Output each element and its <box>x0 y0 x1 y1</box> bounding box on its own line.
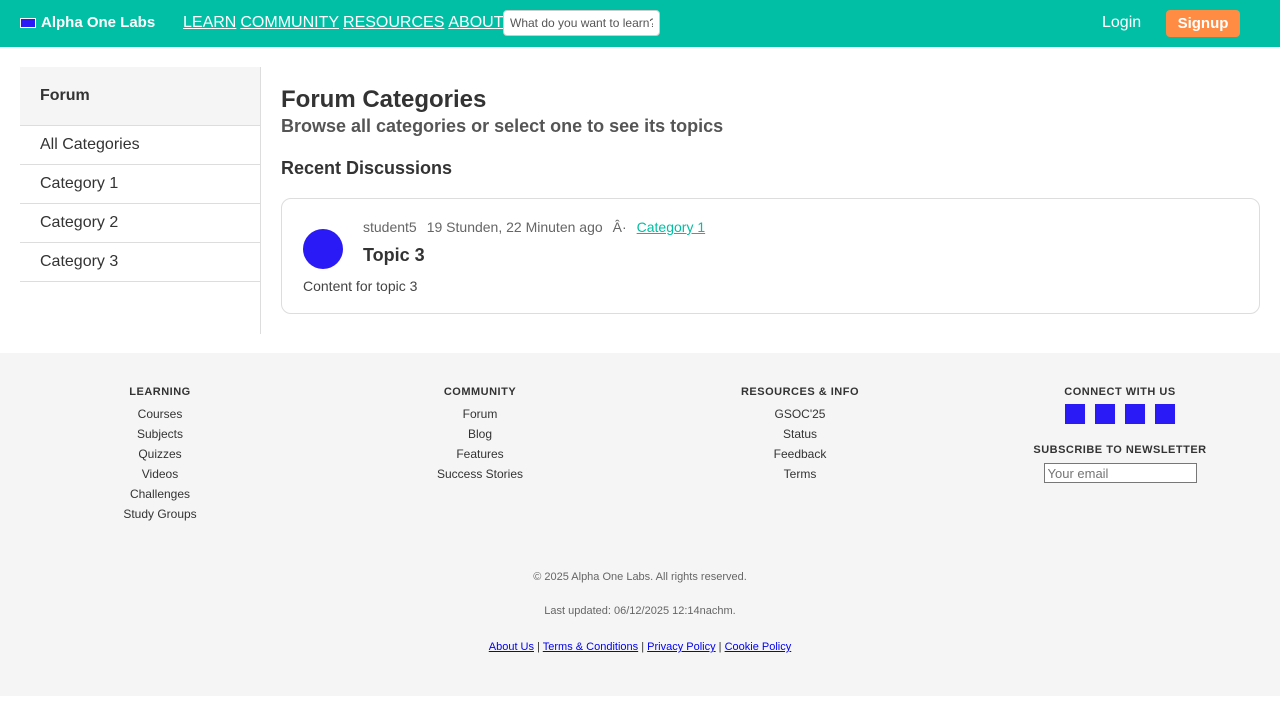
footer-link-status[interactable]: Status <box>650 424 950 444</box>
social-icon[interactable] <box>1155 404 1175 424</box>
social-icon[interactable] <box>1095 404 1115 424</box>
topic-card[interactable]: student5 19 Stunden, 22 Minuten ago Â· C… <box>281 198 1260 314</box>
social-links <box>970 404 1270 424</box>
footer-community: COMMUNITY Forum Blog Features Success St… <box>330 386 630 484</box>
signup-button[interactable]: Signup <box>1166 10 1240 37</box>
nav-learn[interactable]: LEARN <box>183 14 236 32</box>
footer-link-study-groups[interactable]: Study Groups <box>10 504 310 524</box>
meta-separator: Â· <box>612 219 627 235</box>
page-subtitle: Browse all categories or select one to s… <box>281 116 724 136</box>
footer-learning: LEARNING Courses Subjects Quizzes Videos… <box>10 386 310 524</box>
sidebar-item-category-2[interactable]: Category 2 <box>20 204 260 243</box>
newsletter-email-field[interactable] <box>1043 463 1197 483</box>
legal-separator: | <box>641 641 645 653</box>
logo-icon <box>20 17 36 28</box>
topic-author: student5 <box>363 219 417 235</box>
nav-resources[interactable]: RESOURCES <box>343 14 444 32</box>
footer-community-title: COMMUNITY <box>443 386 517 398</box>
brand-name: Alpha One Labs <box>41 14 156 31</box>
nav-about[interactable]: ABOUT <box>448 14 503 32</box>
footer-resources: RESOURCES & INFO GSOC'25 Status Feedback… <box>650 386 950 484</box>
nav-community[interactable]: COMMUNITY <box>240 14 339 32</box>
newsletter-title: SUBSCRIBE TO NEWSLETTER <box>1033 444 1207 456</box>
sidebar-item-category-1[interactable]: Category 1 <box>20 165 260 204</box>
topic-title[interactable]: Topic 3 <box>363 245 425 266</box>
main-nav: LEARN COMMUNITY RESOURCES ABOUT <box>183 14 504 32</box>
footer: LEARNING Courses Subjects Quizzes Videos… <box>0 353 1280 696</box>
footer-link-terms[interactable]: Terms <box>650 464 950 484</box>
last-updated: Last updated: 06/12/2025 12:14nachm. <box>544 605 736 617</box>
footer-link-courses[interactable]: Courses <box>10 404 310 424</box>
sidebar-item-all-categories[interactable]: All Categories <box>20 126 260 165</box>
topic-category-link[interactable]: Category 1 <box>637 219 705 235</box>
footer-link-blog[interactable]: Blog <box>330 424 630 444</box>
avatar <box>303 229 343 269</box>
section-title: Recent Discussions <box>281 158 453 178</box>
link-privacy-policy[interactable]: Privacy Policy <box>647 641 715 653</box>
legal-links: About Us | Terms & Conditions | Privacy … <box>0 641 1280 653</box>
topic-time: 19 Stunden, 22 Minuten ago <box>426 219 603 235</box>
search-input[interactable] <box>503 10 660 36</box>
social-icon[interactable] <box>1065 404 1085 424</box>
footer-learning-title: LEARNING <box>129 386 191 398</box>
login-link[interactable]: Login <box>1102 14 1141 32</box>
link-about-us[interactable]: About Us <box>489 641 534 653</box>
link-cookie-policy[interactable]: Cookie Policy <box>725 641 792 653</box>
footer-link-success-stories[interactable]: Success Stories <box>330 464 630 484</box>
link-terms-conditions[interactable]: Terms & Conditions <box>543 641 638 653</box>
footer-resources-title: RESOURCES & INFO <box>740 386 859 398</box>
page-title: Forum Categories <box>281 86 487 113</box>
footer-link-gsoc[interactable]: GSOC'25 <box>650 404 950 424</box>
brand[interactable]: Alpha One Labs <box>20 14 155 31</box>
forum-sidebar: Forum All Categories Category 1 Category… <box>20 67 261 334</box>
footer-link-subjects[interactable]: Subjects <box>10 424 310 444</box>
footer-link-videos[interactable]: Videos <box>10 464 310 484</box>
topic-meta: student5 19 Stunden, 22 Minuten ago Â· C… <box>363 219 705 235</box>
footer-link-features[interactable]: Features <box>330 444 630 464</box>
footer-connect: CONNECT WITH US SUBSCRIBE TO NEWSLETTER <box>970 386 1270 483</box>
topic-content: Content for topic 3 <box>303 278 418 294</box>
footer-link-feedback[interactable]: Feedback <box>650 444 950 464</box>
sidebar-title: Forum <box>20 67 260 126</box>
legal-separator: | <box>718 641 722 653</box>
footer-link-forum[interactable]: Forum <box>330 404 630 424</box>
footer-link-quizzes[interactable]: Quizzes <box>10 444 310 464</box>
main-content: Forum Categories Browse all categories o… <box>281 86 1260 314</box>
sidebar-item-category-3[interactable]: Category 3 <box>20 243 260 282</box>
legal-separator: | <box>537 641 540 653</box>
social-icon[interactable] <box>1125 404 1145 424</box>
top-navbar: Alpha One Labs LEARN COMMUNITY RESOURCES… <box>0 0 1280 47</box>
footer-link-challenges[interactable]: Challenges <box>10 484 310 504</box>
footer-connect-title: CONNECT WITH US <box>1064 386 1176 398</box>
copyright: © 2025 Alpha One Labs. All rights reserv… <box>533 571 747 583</box>
